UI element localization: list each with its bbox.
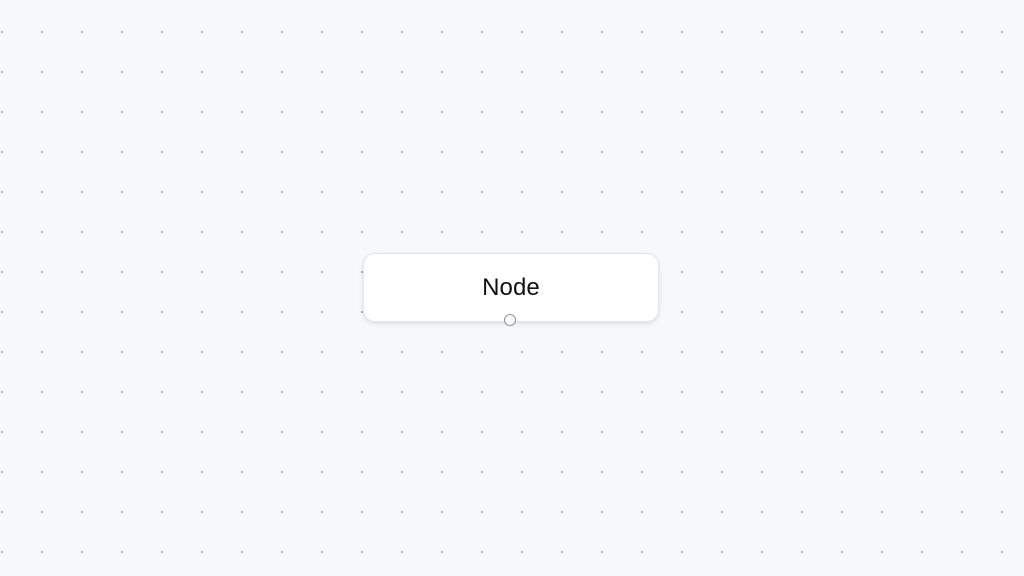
node-label: Node <box>482 274 540 301</box>
flow-canvas[interactable]: Node <box>0 0 1024 576</box>
flow-node[interactable]: Node <box>363 253 659 322</box>
node-source-handle[interactable] <box>504 314 516 326</box>
